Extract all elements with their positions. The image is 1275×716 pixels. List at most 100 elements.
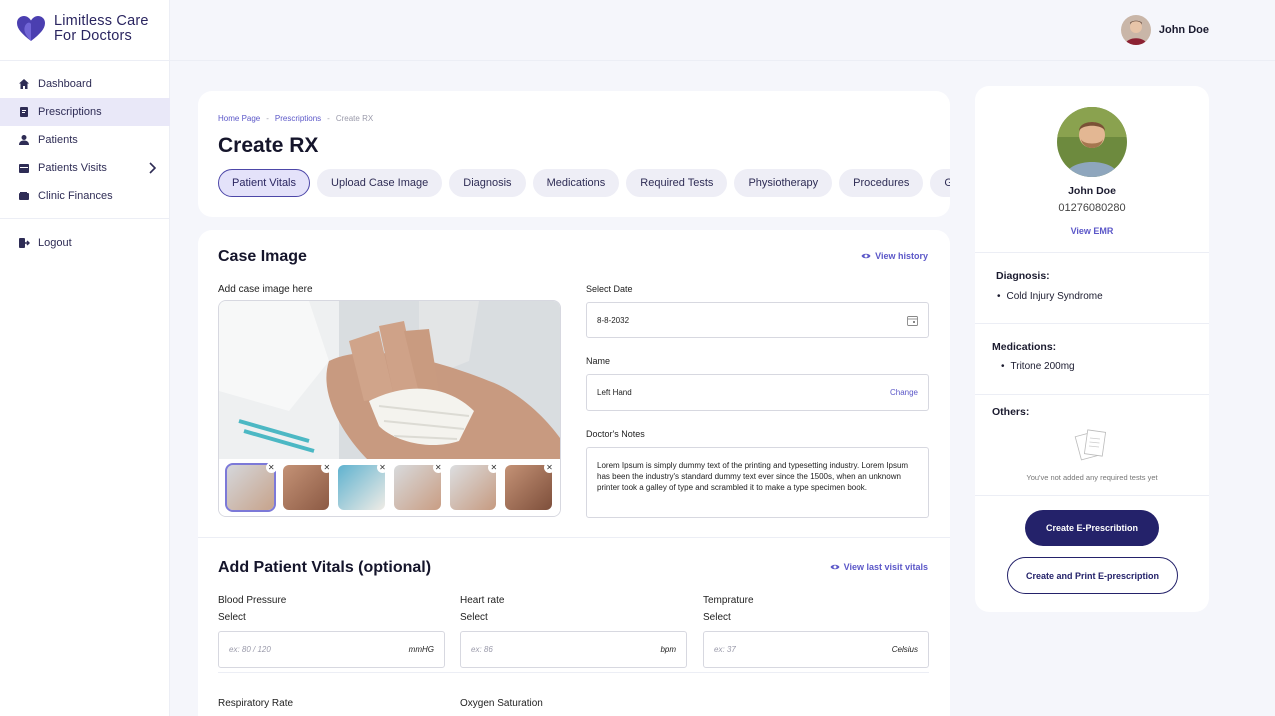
case-thumbnail[interactable]: ✕ xyxy=(338,462,389,510)
remove-thumbnail-icon[interactable]: ✕ xyxy=(265,462,277,473)
name-field[interactable]: Left Hand Change xyxy=(586,374,929,411)
doctors-notes-textarea[interactable]: Lorem Ipsum is simply dummy text of the … xyxy=(586,447,929,518)
wallet-icon xyxy=(18,190,30,202)
section-divider xyxy=(198,537,950,538)
select-date-label: Select Date xyxy=(586,284,633,294)
view-last-visit-label: View last visit vitals xyxy=(843,562,928,572)
case-thumbnail[interactable]: ✕ xyxy=(282,462,333,510)
sidebar: Limitless Care For Doctors Dashboard Pre… xyxy=(0,0,170,716)
sidebar-item-patients[interactable]: Patients xyxy=(0,126,170,154)
date-value: 8-8-2032 xyxy=(597,315,630,325)
case-image-title: Case Image xyxy=(218,248,307,265)
brand-logo[interactable]: Limitless Care For Doctors xyxy=(16,14,149,44)
date-field[interactable]: 8-8-2032 xyxy=(586,302,929,338)
blood-pressure-placeholder: ex: 80 / 120 xyxy=(229,645,271,654)
sidebar-item-dashboard[interactable]: Dashboard xyxy=(0,70,170,98)
bullet-icon: • xyxy=(997,291,1001,302)
tab-physiotherapy[interactable]: Physiotherapy xyxy=(734,169,833,197)
temperature-input[interactable]: ex: 37 Celsius xyxy=(703,631,929,668)
temperature-label: Temprature xyxy=(703,595,754,606)
hand-bandage-photo xyxy=(219,301,560,461)
remove-thumbnail-icon[interactable]: ✕ xyxy=(321,462,333,473)
user-menu[interactable]: John Doe xyxy=(1120,15,1209,45)
patient-name: John Doe xyxy=(1068,185,1116,197)
section-divider xyxy=(218,672,929,673)
tab-upload-case-image[interactable]: Upload Case Image xyxy=(317,169,443,197)
name-value: Left Hand xyxy=(597,388,632,397)
view-emr-link[interactable]: View EMR xyxy=(975,226,1209,236)
sidebar-item-label: Prescriptions xyxy=(38,106,102,118)
view-last-visit-vitals-link[interactable]: View last visit vitals xyxy=(830,562,928,572)
change-link[interactable]: Change xyxy=(890,388,918,397)
case-thumbnail[interactable]: ✕ xyxy=(505,462,556,510)
case-thumbnail[interactable]: ✕ xyxy=(394,462,444,510)
breadcrumb-current: Create RX xyxy=(335,114,374,123)
rx-main-card: Case Image View history Add case image h… xyxy=(198,230,950,716)
logout-label: Logout xyxy=(38,237,72,249)
tab-procedures[interactable]: Procedures xyxy=(839,169,924,197)
patient-phone: 01276080280 xyxy=(1058,202,1126,214)
sidebar-item-label: Patients xyxy=(38,134,78,146)
sidebar-item-label: Clinic Finances xyxy=(38,190,113,202)
view-history-link[interactable]: View history xyxy=(861,251,928,261)
heart-rate-placeholder: ex: 86 xyxy=(471,645,493,654)
create-e-prescription-button[interactable]: Create E-Prescribtion xyxy=(1025,510,1159,546)
blood-pressure-select[interactable]: Select xyxy=(218,612,246,623)
oxygen-saturation-label: Oxygen Saturation xyxy=(460,698,543,709)
sidebar-nav: Dashboard Prescriptions Patients Patient… xyxy=(0,70,170,210)
respiratory-rate-label: Respiratory Rate xyxy=(218,698,294,709)
remove-thumbnail-icon[interactable]: ✕ xyxy=(488,462,500,473)
rx-header-card: Home Page - Prescriptions - Create RX Cr… xyxy=(198,91,950,217)
empty-documents-icon xyxy=(1074,429,1107,461)
doctors-notes-value: Lorem Ipsum is simply dummy text of the … xyxy=(597,461,909,492)
summary-divider xyxy=(975,394,1209,395)
remove-thumbnail-icon[interactable]: ✕ xyxy=(432,462,444,473)
remove-thumbnail-icon[interactable]: ✕ xyxy=(377,462,389,473)
case-thumbnail[interactable]: ✕ xyxy=(449,462,500,510)
logout-icon xyxy=(18,237,30,249)
tab-required-tests[interactable]: Required Tests xyxy=(626,169,728,197)
tab-medications[interactable]: Medications xyxy=(532,169,620,197)
tab-diagnosis[interactable]: Diagnosis xyxy=(449,169,526,197)
bullet-icon: • xyxy=(1001,361,1005,372)
summary-divider xyxy=(975,495,1209,496)
remove-thumbnail-icon[interactable]: ✕ xyxy=(544,462,556,473)
temperature-select[interactable]: Select xyxy=(703,612,731,623)
sidebar-item-label: Dashboard xyxy=(38,78,92,90)
name-label: Name xyxy=(586,356,611,366)
diagnosis-title: Diagnosis: xyxy=(996,270,1050,282)
breadcrumb: Home Page - Prescriptions - Create RX xyxy=(218,114,373,123)
tab-patient-vitals[interactable]: Patient Vitals xyxy=(218,169,311,197)
medications-title: Medications: xyxy=(992,341,1057,353)
heart-rate-select[interactable]: Select xyxy=(460,612,488,623)
sidebar-item-prescriptions[interactable]: Prescriptions xyxy=(0,98,170,126)
case-image-thumbnails: ✕ ✕ ✕ ✕ ✕ ✕ xyxy=(219,459,560,516)
patient-icon xyxy=(18,134,30,146)
heart-rate-input[interactable]: ex: 86 bpm xyxy=(460,631,687,668)
breadcrumb-prescriptions[interactable]: Prescriptions xyxy=(275,114,321,123)
medication-item-label: Tritone 200mg xyxy=(1010,361,1075,372)
page-title: Create RX xyxy=(218,134,319,157)
logout-button[interactable]: Logout xyxy=(0,229,170,257)
breadcrumb-home[interactable]: Home Page xyxy=(218,114,260,123)
eye-icon xyxy=(861,253,871,259)
tab-general[interactable]: General xyxy=(930,169,950,197)
create-and-print-button[interactable]: Create and Print E-prescription xyxy=(1007,557,1178,594)
heart-rate-unit: bpm xyxy=(660,645,676,654)
eye-icon xyxy=(830,564,840,570)
breadcrumb-separator: - xyxy=(266,114,269,123)
calendar-icon[interactable] xyxy=(907,315,918,326)
calendar-icon xyxy=(18,162,30,174)
chevron-right-icon[interactable] xyxy=(148,162,156,174)
blood-pressure-input[interactable]: ex: 80 / 120 mmHG xyxy=(218,631,445,668)
sidebar-item-clinic-finances[interactable]: Clinic Finances xyxy=(0,182,170,210)
brand-line-1: Limitless Care xyxy=(54,13,149,29)
heart-logo-icon xyxy=(17,16,45,41)
case-image-preview[interactable]: ✕ ✕ ✕ ✕ ✕ ✕ xyxy=(218,300,561,517)
view-history-label: View history xyxy=(875,251,928,261)
case-thumbnail[interactable]: ✕ xyxy=(225,462,277,512)
brand-name: Limitless Care For Doctors xyxy=(54,14,149,44)
sidebar-item-patients-visits[interactable]: Patients Visits xyxy=(0,154,170,182)
temperature-unit: Celsius xyxy=(891,645,918,654)
vitals-title: Add Patient Vitals (optional) xyxy=(218,559,432,576)
